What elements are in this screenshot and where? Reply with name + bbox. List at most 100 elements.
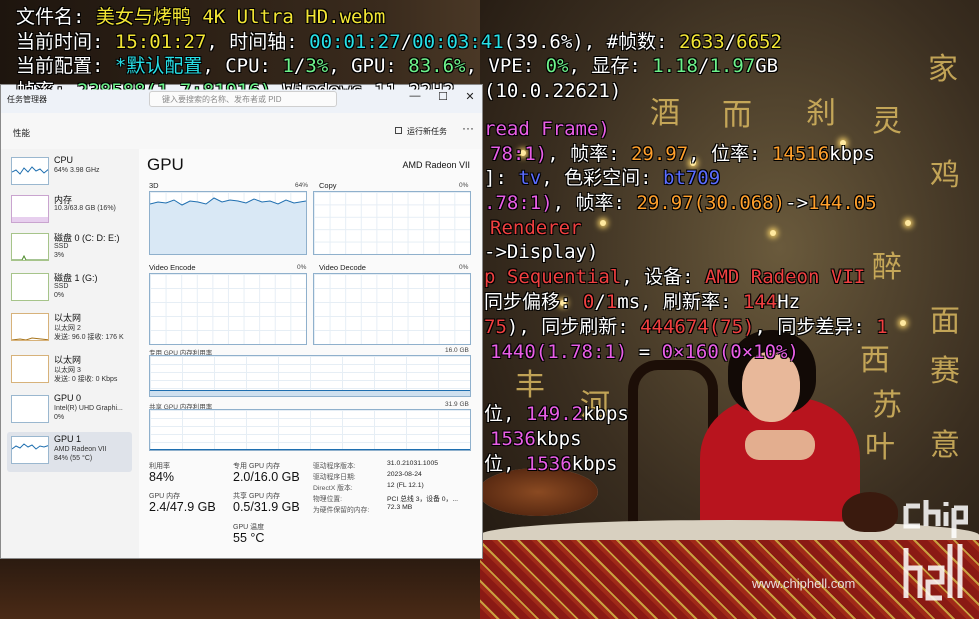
osd-frame-number: 2633	[678, 31, 725, 53]
cpu-thumbnail-graph	[11, 157, 49, 185]
calligraphy-char: 鸡	[930, 158, 960, 193]
osd-input-bitrate: 14516	[771, 143, 830, 165]
calligraphy-char: 赛	[930, 354, 960, 389]
osd-vram-total: 1.97	[709, 55, 756, 77]
osd-unit: Hz	[777, 291, 801, 313]
osd-sep: /	[293, 55, 306, 77]
close-button[interactable]: ✕	[460, 90, 480, 103]
osd-sync-diff: 1	[876, 316, 888, 338]
search-input[interactable]: 键入要搜索的名称、发布者或 PID	[149, 91, 337, 107]
osd-os-build: (10.0.22621)	[484, 80, 622, 102]
sidebar-item-ethernet-2[interactable]: 以太网 以太网 2 发送: 96.0 接收: 176 K	[7, 309, 132, 349]
osd-sep: ->	[785, 192, 809, 214]
sidebar-item-sub: SSD	[54, 283, 69, 290]
calligraphy-char: 醉	[872, 250, 902, 285]
osd-label: 同步偏移:	[484, 291, 583, 313]
minimize-button[interactable]: —	[405, 90, 425, 102]
sidebar-item-sub: 3%	[54, 252, 65, 259]
sidebar-item-ethernet-3[interactable]: 以太网 以太网 3 发送: 0 接收: 0 Kbps	[7, 351, 132, 391]
background-floor	[0, 556, 480, 619]
osd-label: , 显存:	[568, 55, 653, 77]
lamp-light	[905, 220, 911, 226]
sidebar-item-gpu-1[interactable]: GPU 1 AMD Radeon VII 84% (55 °C)	[7, 432, 132, 472]
osd-frag-video-out: .78:1), 帧率: 29.97(30.068)->144.05	[484, 191, 877, 216]
info-value: 72.3 MB	[387, 504, 413, 511]
sidebar-item-cpu[interactable]: CPU 64% 3.98 GHz	[7, 153, 132, 193]
sidebar-item-sub: 0%	[54, 292, 65, 299]
dedicated-memory-value: 2.0/16.0 GB	[233, 470, 300, 484]
osd-label: 当前时间:	[16, 31, 115, 53]
osd-value: .78:1)	[484, 192, 553, 214]
maximize-button[interactable]: ☐	[433, 90, 453, 103]
disk1-thumbnail-graph	[11, 273, 49, 301]
osd-line-system-right: (10.0.22621)	[484, 79, 621, 104]
osd-sep: /	[400, 31, 413, 53]
osd-label: , #帧数:	[583, 31, 679, 53]
more-options-button[interactable]: ···	[462, 121, 474, 135]
osd-timeline-pct: (39.6%)	[503, 31, 584, 53]
osd-cpu-value: 1	[282, 55, 294, 77]
sidebar-item-gpu-0[interactable]: GPU 0 Intel(R) UHD Graphi... 0%	[7, 391, 132, 431]
window-title: 任务管理器	[7, 95, 47, 104]
engine-pct: 0%	[297, 264, 307, 271]
osd-frag-colorspace: ]: tv, 色彩空间: bt709	[484, 166, 720, 191]
engine-selector-video-encode[interactable]: Video Encode	[149, 263, 196, 272]
osd-timeline-position: 00:01:27	[309, 31, 401, 53]
engine-selector-video-decode[interactable]: Video Decode	[319, 263, 366, 272]
osd-range: tv	[518, 167, 542, 189]
ethernet3-thumbnail-graph	[11, 355, 49, 383]
osd-refresh-rate: 144	[742, 291, 778, 313]
osd-label: 位,	[484, 403, 526, 425]
gpu-model-name: AMD Radeon VII	[402, 160, 470, 170]
osd-value: 75	[484, 316, 507, 338]
sidebar-item-sub: 84% (55 °C)	[54, 455, 93, 462]
osd-file-name: 美女与烤鸭 4K Ultra HD.webm	[95, 6, 386, 28]
graph-3d	[149, 191, 307, 255]
osd-frag-resolution: 1440(1.78:1) = 0×160(0×10%)	[490, 340, 799, 365]
osd-label: , 时间轴:	[206, 31, 310, 53]
gpu-detail-panel: GPU AMD Radeon VII 3D 64% Copy 0% Video …	[139, 149, 482, 558]
sidebar-item-label: GPU 1	[54, 434, 82, 444]
osd-cpu-total: 3%	[305, 55, 329, 77]
sidebar-item-label: GPU 0	[54, 393, 82, 403]
osd-frag-audio-1: 位, 149.2kbps	[484, 402, 629, 427]
osd-label: , GPU:	[328, 55, 409, 77]
run-new-task-button[interactable]: 运行新任务	[407, 126, 447, 137]
task-manager-window[interactable]: 任务管理器 键入要搜索的名称、发布者或 PID — ☐ ✕ 性能 运行新任务 ·…	[0, 84, 483, 559]
osd-frag-audio-3: 位, 1536kbps	[484, 452, 617, 477]
osd-frag-device: p Sequential, 设备: AMD Radeon VII	[484, 265, 865, 290]
calligraphy-char: 而	[722, 98, 752, 133]
osd-unit: kbps	[829, 143, 875, 165]
osd-label: 文件名:	[16, 6, 96, 28]
gpu-memory-value: 2.4/47.9 GB	[149, 500, 216, 514]
sidebar-item-sub: 发送: 0 接收: 0 Kbps	[54, 376, 118, 383]
calligraphy-char: 家	[928, 52, 958, 87]
osd-frag-renderer: Renderer	[490, 216, 582, 241]
performance-sidebar: CPU 64% 3.98 GHz 内存 10.3/63.8 GB (16%) 磁…	[1, 149, 139, 558]
engine-selector-copy[interactable]: Copy	[319, 181, 337, 190]
gpu0-thumbnail-graph	[11, 395, 49, 423]
sidebar-item-sub: SSD	[54, 243, 69, 250]
osd-input-fps: 29.97	[630, 143, 689, 165]
osd-gpu-value: 83.6%	[408, 55, 466, 77]
lamp-light	[900, 320, 906, 326]
sidebar-item-sub: AMD Radeon VII	[54, 446, 107, 453]
osd-value: (0×10%)	[718, 341, 799, 363]
sidebar-item-memory[interactable]: 内存 10.3/63.8 GB (16%)	[7, 191, 132, 231]
osd-sync-offset: 0	[582, 291, 595, 313]
engine-selector-3d[interactable]: 3D	[149, 181, 159, 190]
sidebar-item-disk-0[interactable]: 磁盘 0 (C: D: E:) SSD 3%	[7, 229, 132, 269]
osd-line-filename: 文件名: 美女与烤鸭 4K Ultra HD.webm	[16, 5, 385, 30]
info-key: 驱动程序版本:	[313, 463, 356, 470]
sidebar-item-sub: Intel(R) UHD Graphi...	[54, 405, 123, 412]
dedicated-memory-max: 16.0 GB	[445, 347, 469, 354]
shared-memory-value: 0.5/31.9 GB	[233, 500, 300, 514]
osd-output-fps-real: (30.068)	[693, 192, 786, 214]
info-key: DirectX 版本:	[313, 485, 353, 492]
watermark-url: www.chiphell.com	[752, 576, 856, 591]
disk0-thumbnail-graph	[11, 233, 49, 261]
osd-label: , 设备:	[621, 266, 706, 288]
osd-sync-refresh: 444674	[640, 316, 709, 338]
sidebar-item-disk-1[interactable]: 磁盘 1 (G:) SSD 0%	[7, 269, 132, 309]
calligraphy-char: 苏	[872, 388, 902, 423]
